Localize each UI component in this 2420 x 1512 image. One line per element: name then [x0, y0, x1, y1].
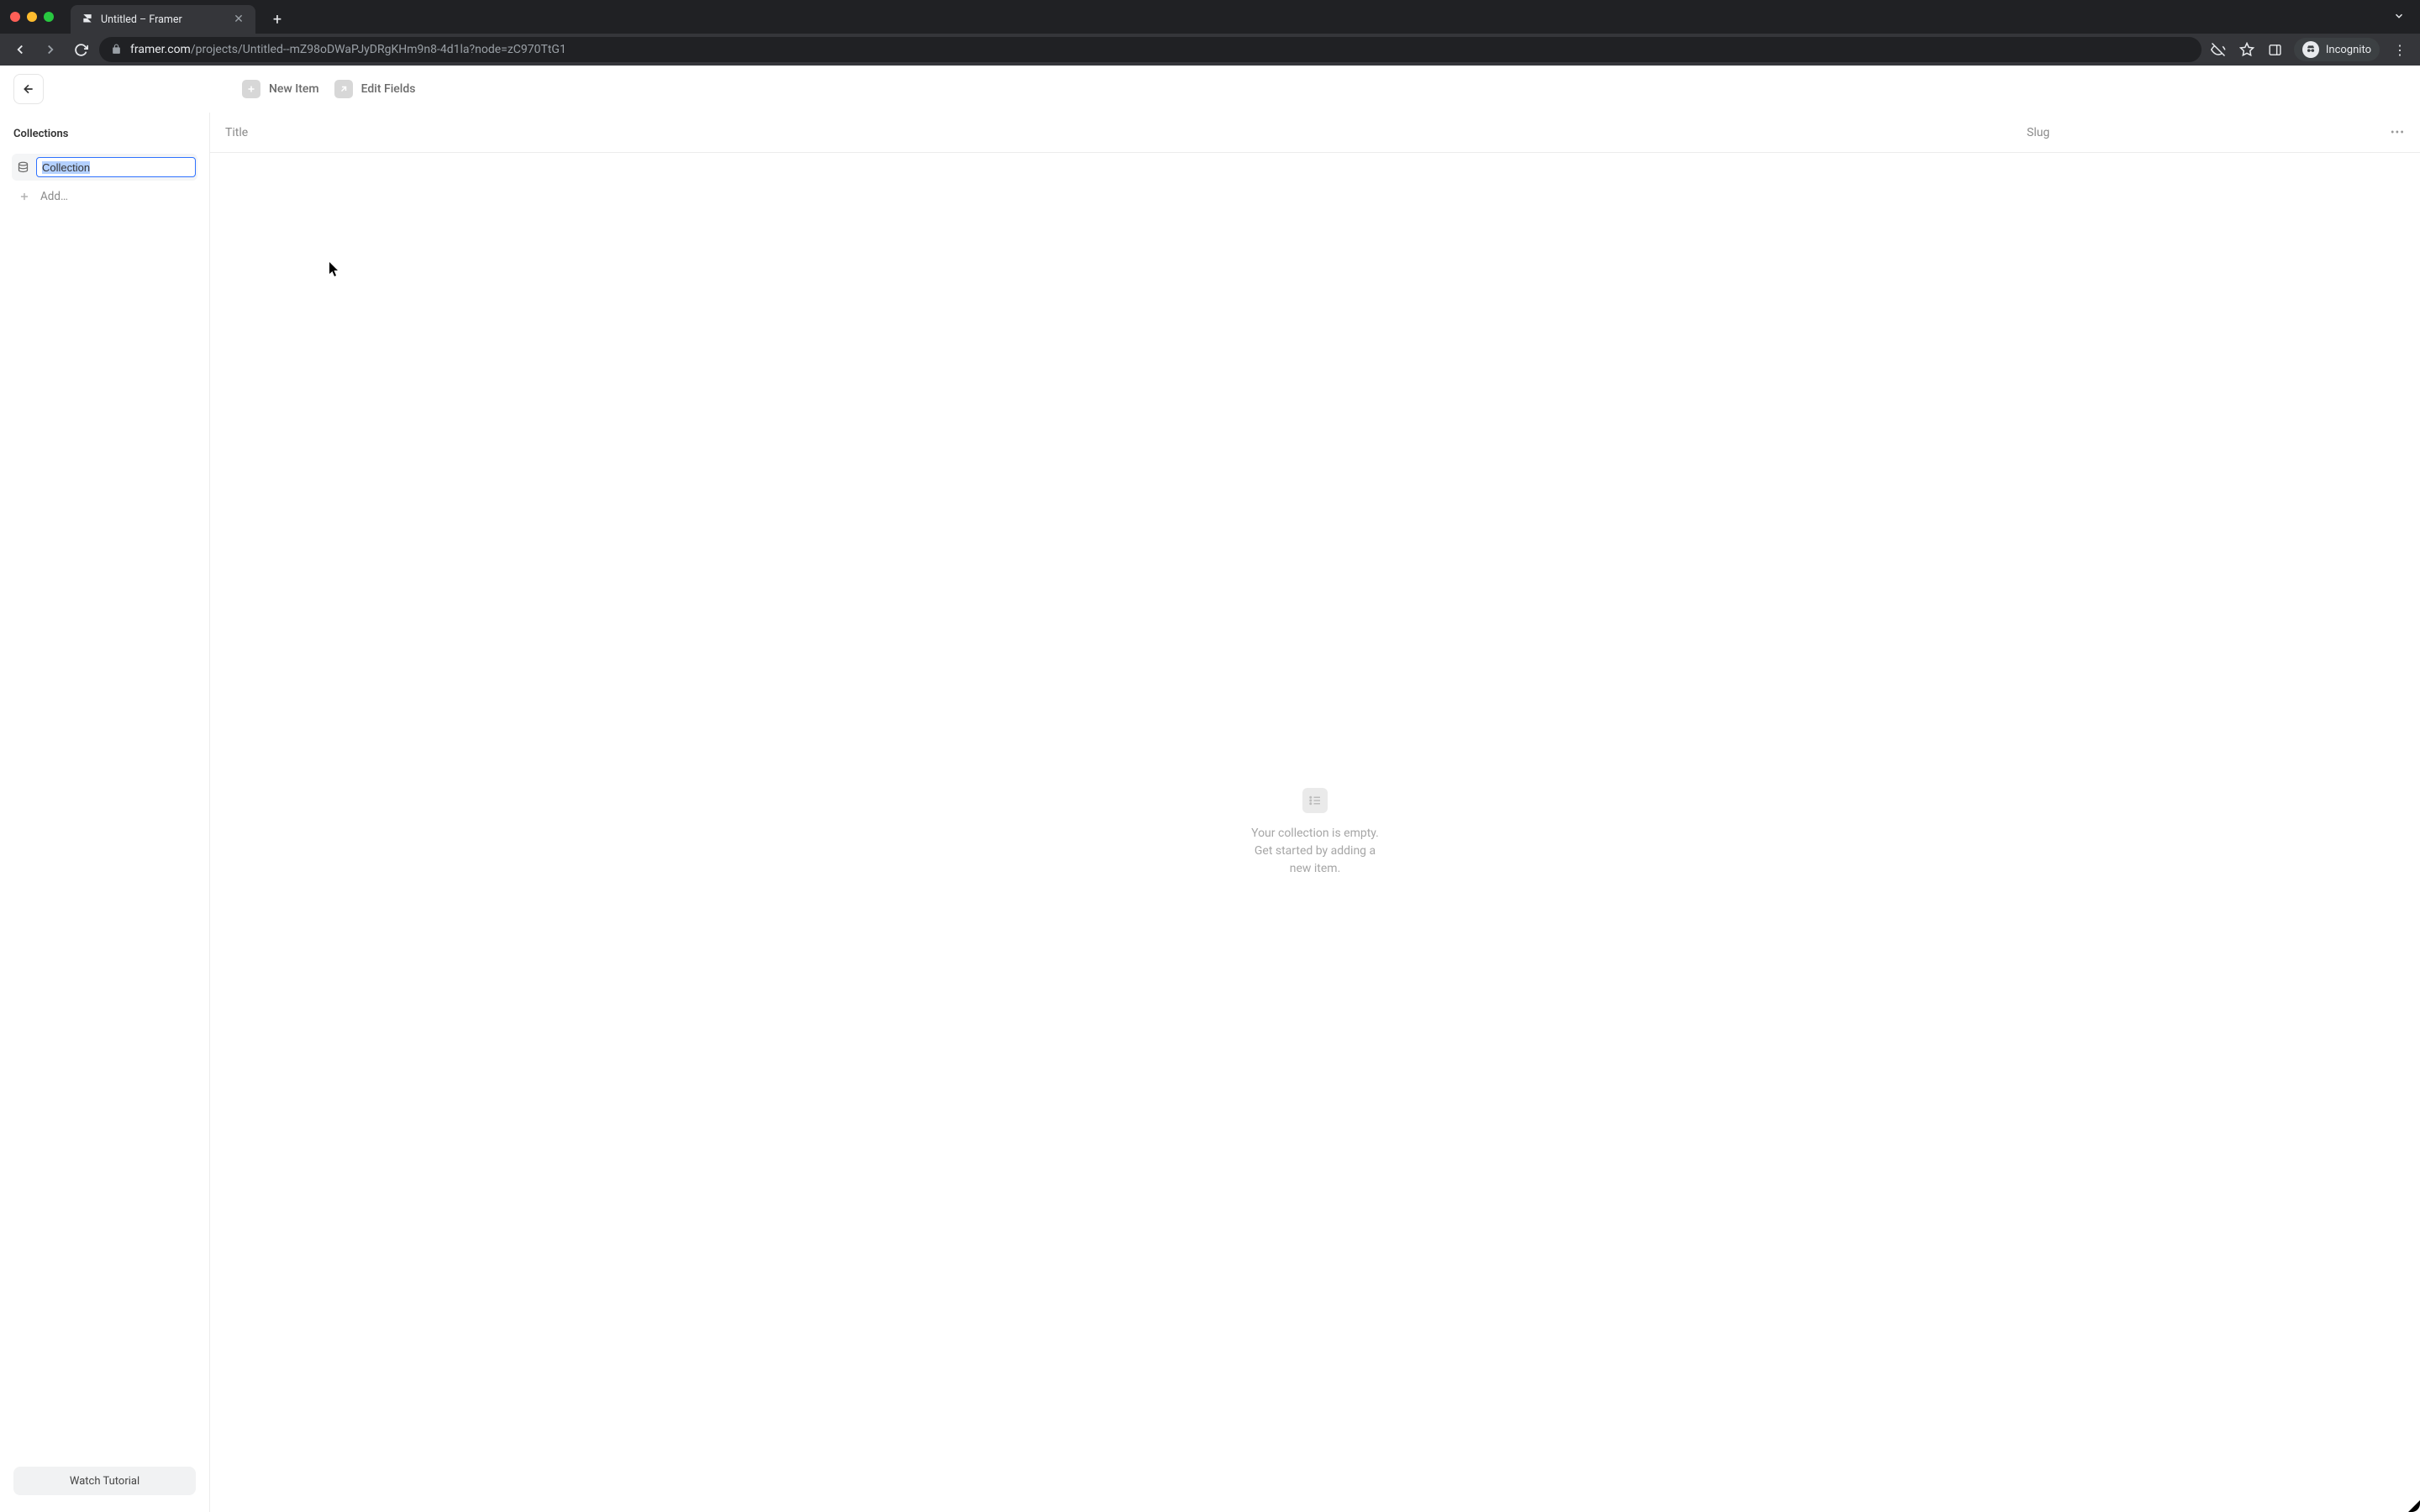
- edit-fields-button[interactable]: Edit Fields: [334, 80, 416, 98]
- add-collection-button[interactable]: Add…: [12, 181, 197, 213]
- collection-list-item[interactable]: [12, 154, 197, 181]
- column-header-slug[interactable]: Slug: [2027, 126, 2380, 139]
- browser-tab[interactable]: Untitled – Framer ✕: [71, 5, 255, 34]
- list-icon: [1302, 788, 1328, 813]
- incognito-badge[interactable]: Incognito: [2294, 38, 2380, 61]
- app-toolbar: New Item Edit Fields: [0, 66, 2420, 113]
- browser-menu-button[interactable]: ⋮: [2388, 42, 2412, 58]
- incognito-icon: [2302, 41, 2319, 58]
- main-panel: Title Slug ••• Your collection is empty.…: [210, 113, 2420, 1512]
- url-text: framer.com/projects/Untitled--mZ98oDWaPJ…: [130, 43, 566, 56]
- browser-reload-button[interactable]: [69, 38, 92, 61]
- window-controls: [10, 12, 54, 22]
- app-body: Collections Add… Watch Tutorial Title: [0, 113, 2420, 1512]
- watch-tutorial-button[interactable]: Watch Tutorial: [13, 1467, 196, 1495]
- window-resize-handle[interactable]: [2408, 1500, 2420, 1512]
- window-minimize-button[interactable]: [27, 12, 37, 22]
- new-item-label: New Item: [269, 82, 319, 96]
- bookmark-star-icon[interactable]: [2237, 39, 2257, 60]
- sidebar-heading: Collections: [13, 128, 196, 140]
- app-back-button[interactable]: [13, 74, 44, 104]
- browser-back-button[interactable]: [8, 38, 32, 61]
- browser-toolbar-right: Incognito ⋮: [2208, 38, 2412, 61]
- lock-icon: [111, 42, 122, 58]
- table-header: Title Slug •••: [210, 113, 2420, 153]
- tab-close-button[interactable]: ✕: [232, 13, 245, 26]
- collection-name-input[interactable]: [36, 157, 196, 177]
- framer-favicon-icon: [81, 13, 94, 26]
- browser-toolbar: framer.com/projects/Untitled--mZ98oDWaPJ…: [0, 34, 2420, 66]
- eye-off-icon[interactable]: [2208, 39, 2228, 60]
- address-bar[interactable]: framer.com/projects/Untitled--mZ98oDWaPJ…: [99, 37, 2202, 62]
- tabs-dropdown-button[interactable]: [2393, 9, 2405, 25]
- new-tab-button[interactable]: +: [266, 8, 289, 31]
- browser-titlebar: Untitled – Framer ✕ +: [0, 0, 2420, 34]
- incognito-label: Incognito: [2326, 44, 2371, 56]
- plus-icon: [242, 80, 260, 98]
- app-window: New Item Edit Fields Collections Add…: [0, 66, 2420, 1512]
- side-panel-icon[interactable]: [2265, 39, 2286, 60]
- sidebar: Collections Add… Watch Tutorial: [0, 113, 210, 1512]
- new-item-button[interactable]: New Item: [242, 80, 319, 98]
- browser-forward-button[interactable]: [39, 38, 62, 61]
- table-more-button[interactable]: •••: [2380, 126, 2405, 139]
- database-icon: [17, 160, 29, 175]
- empty-state: Your collection is empty. Get started by…: [210, 153, 2420, 1512]
- window-fullscreen-button[interactable]: [44, 12, 54, 22]
- watch-tutorial-label: Watch Tutorial: [70, 1475, 139, 1488]
- edit-fields-label: Edit Fields: [361, 82, 416, 96]
- arrow-out-icon: [334, 80, 353, 98]
- tab-title: Untitled – Framer: [101, 13, 225, 26]
- empty-state-message: Your collection is empty. Get started by…: [1244, 825, 1386, 878]
- plus-icon: [17, 189, 32, 204]
- column-header-title[interactable]: Title: [225, 126, 2027, 139]
- window-close-button[interactable]: [10, 12, 20, 22]
- add-collection-label: Add…: [40, 190, 68, 203]
- browser-chrome: Untitled – Framer ✕ + framer.com/project…: [0, 0, 2420, 66]
